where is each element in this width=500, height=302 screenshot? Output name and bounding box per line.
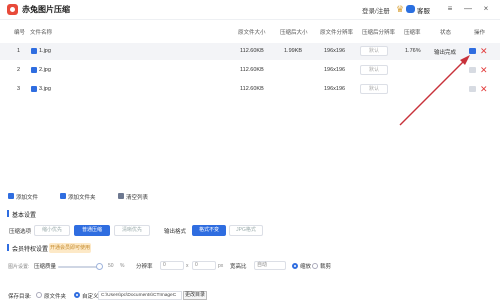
vip-open-badge[interactable]: 开通会员即可使用 <box>49 243 91 253</box>
save-path-field[interactable]: C:\Users\pc\Documents\CTImageC <box>98 291 182 300</box>
compress-option-clear[interactable]: 清晰优先 <box>114 225 150 236</box>
open-folder-icon[interactable] <box>469 86 476 92</box>
resolution-label: 分辨率 <box>136 264 153 270</box>
header-comp-res: 压缩后分辨率 <box>362 30 396 36</box>
quality-value: 50 <box>108 263 114 269</box>
delete-icon[interactable]: ✕ <box>480 64 488 76</box>
login-register-link[interactable]: 登录/注册 <box>362 5 390 15</box>
aspect-ratio-label: 宽高比 <box>230 264 247 270</box>
open-folder-icon[interactable] <box>469 48 476 54</box>
header-action: 操作 <box>474 30 486 36</box>
add-file-icon[interactable] <box>8 193 14 199</box>
row-orig-size: 112.60KB <box>240 48 264 54</box>
add-file-button[interactable]: 添加文件 <box>16 193 38 201</box>
header-orig-res: 原文件分辨率 <box>320 30 354 36</box>
header-orig-size: 原文件大小 <box>238 30 266 36</box>
header-status: 状态 <box>440 30 452 36</box>
row-filename: 2.jpg <box>39 67 51 73</box>
table-header: 编号 文件名称 原文件大小 压缩后大小 原文件分辨率 压缩后分辨率 压缩率 状态… <box>0 25 500 39</box>
save-original-label[interactable]: 原文件夹 <box>44 292 66 300</box>
row-comp-res-select[interactable]: 默认 <box>360 84 388 94</box>
format-option-jpg[interactable]: JPG格式 <box>229 225 263 236</box>
row-index: 3 <box>17 86 21 92</box>
mode-crop-label[interactable]: 裁剪 <box>320 262 331 270</box>
header-filename: 文件名称 <box>30 30 53 36</box>
height-input[interactable]: 0 <box>192 261 216 270</box>
add-folder-icon[interactable] <box>60 193 66 199</box>
save-dir-label: 保存目录: <box>8 294 32 300</box>
section-marker <box>7 244 9 251</box>
save-custom-radio[interactable] <box>74 292 80 298</box>
open-folder-icon[interactable] <box>469 67 476 73</box>
row-index: 2 <box>17 67 21 73</box>
row-comp-size: 1.99KB <box>284 48 303 54</box>
row-orig-size: 112.60KB <box>240 67 264 73</box>
customer-service-label[interactable]: 客服 <box>417 5 430 15</box>
vip-crown-icon[interactable]: ♛ <box>396 4 404 14</box>
save-original-radio[interactable] <box>36 292 42 298</box>
header-comp-size: 压缩后大小 <box>280 30 308 36</box>
row-index: 1 <box>17 48 21 54</box>
image-file-icon <box>31 48 37 54</box>
mode-crop-radio[interactable] <box>312 263 318 269</box>
close-button[interactable]: × <box>480 3 492 15</box>
add-folder-button[interactable]: 添加文件夹 <box>68 193 96 201</box>
row-orig-res: 196x196 <box>324 67 346 73</box>
mode-scale-label[interactable]: 缩放 <box>300 262 311 270</box>
row-status: 输出完成 <box>434 50 457 56</box>
table-row[interactable]: 3 3.jpg 112.60KB 196x196 默认 ✕ <box>0 81 500 98</box>
size-separator: x <box>186 263 189 269</box>
format-option-same[interactable]: 格式不变 <box>192 225 226 236</box>
table-row[interactable]: 2 2.jpg 112.60KB 196x196 默认 ✕ <box>0 62 500 79</box>
delete-icon[interactable]: ✕ <box>480 45 488 57</box>
clear-list-button[interactable]: 清空列表 <box>126 193 148 201</box>
row-orig-res: 196x196 <box>324 86 346 92</box>
row-orig-res: 196x196 <box>324 48 346 54</box>
output-format-label: 输出格式 <box>164 229 187 235</box>
vip-settings-title: 会员特权设置 <box>12 247 49 253</box>
minimize-button[interactable]: — <box>462 3 474 15</box>
header-ratio: 压缩率 <box>404 30 421 36</box>
image-file-icon <box>31 67 37 73</box>
table-row[interactable]: 1 1.jpg 112.60KB 1.99KB 196x196 默认 1.76%… <box>0 43 500 60</box>
app-title: 赤兔图片压缩 <box>22 5 70 14</box>
aspect-ratio-select[interactable]: 自动 <box>254 261 286 270</box>
compress-option-label: 压缩选项 <box>9 229 32 235</box>
change-directory-button[interactable]: 更改目录 <box>183 291 207 300</box>
quality-slider-knob[interactable] <box>96 263 103 270</box>
row-filename: 3.jpg <box>39 86 51 92</box>
menu-button[interactable]: ≡ <box>444 3 456 15</box>
app-logo-icon <box>7 4 18 15</box>
compress-option-normal[interactable]: 普通压缩 <box>74 225 110 236</box>
save-custom-label[interactable]: 自定义 <box>82 292 99 300</box>
row-ratio: 1.76% <box>405 48 421 54</box>
row-comp-res-select[interactable]: 默认 <box>360 46 388 56</box>
size-unit: px <box>218 263 224 269</box>
row-orig-size: 112.60KB <box>240 86 264 92</box>
image-settings-label: 图片设置: <box>8 264 30 270</box>
quality-unit: % <box>120 263 125 269</box>
clear-list-icon[interactable] <box>118 193 124 199</box>
header-index: 编号 <box>14 30 26 36</box>
customer-service-icon[interactable] <box>406 5 415 13</box>
section-marker <box>7 210 9 217</box>
compress-option-smaller[interactable]: 缩小优先 <box>34 225 70 236</box>
row-filename: 1.jpg <box>39 48 51 54</box>
row-comp-res-select[interactable]: 默认 <box>360 65 388 75</box>
width-input[interactable]: 0 <box>160 261 184 270</box>
mode-scale-radio[interactable] <box>292 263 298 269</box>
quality-label: 压缩质量 <box>34 264 57 270</box>
basic-settings-title: 基本设置 <box>12 213 37 219</box>
image-file-icon <box>31 86 37 92</box>
delete-icon[interactable]: ✕ <box>480 83 488 95</box>
